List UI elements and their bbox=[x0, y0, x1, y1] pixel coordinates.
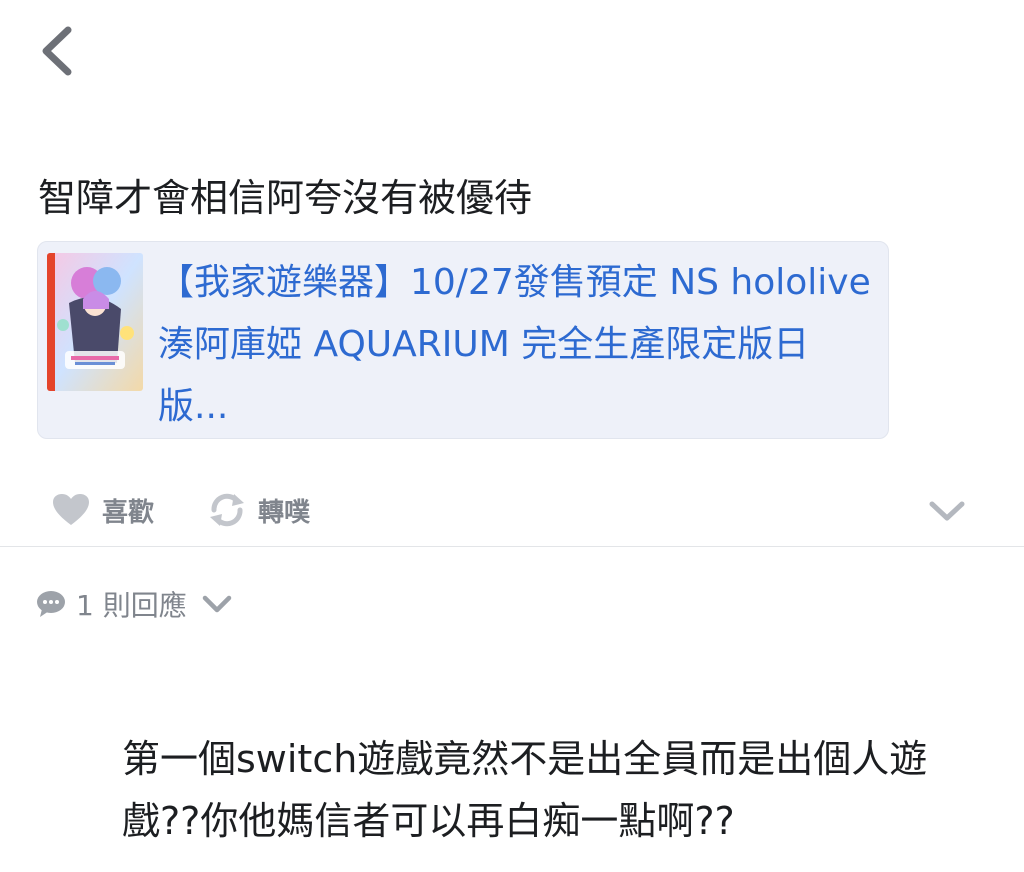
repost-button[interactable]: 轉噗 bbox=[208, 488, 310, 532]
repost-label: 轉噗 bbox=[258, 497, 311, 528]
chevron-left-icon bbox=[42, 26, 72, 76]
back-button[interactable] bbox=[30, 18, 90, 82]
post-text: 智障才會相信阿夸沒有被優待 bbox=[38, 176, 533, 220]
heart-icon bbox=[53, 494, 89, 525]
like-label: 喜歡 bbox=[102, 497, 155, 528]
post-action-bar: 喜歡 轉噗 bbox=[0, 480, 1024, 540]
game-cover-thumbnail bbox=[47, 253, 143, 391]
chevron-down-icon bbox=[202, 595, 231, 613]
replies-count-label: 1 則回應 bbox=[76, 589, 187, 622]
more-options-button[interactable] bbox=[926, 492, 968, 528]
like-button[interactable]: 喜歡 bbox=[52, 488, 154, 532]
reply-text: 第一個switch遊戲竟然不是出全員而是出個人遊戲??你他媽信者可以再白痴一點啊… bbox=[122, 737, 928, 843]
comment-bubble-icon bbox=[37, 591, 65, 617]
repost-icon bbox=[210, 493, 244, 527]
chevron-down-icon bbox=[929, 501, 965, 521]
replies-toggle[interactable]: 1 則回應 bbox=[36, 582, 233, 626]
link-title: 【我家遊樂器】10/27發售預定 NS hololive 湊阿庫婭 AQUARI… bbox=[158, 262, 871, 427]
link-preview-card[interactable]: 【我家遊樂器】10/27發售預定 NS hololive 湊阿庫婭 AQUARI… bbox=[37, 241, 889, 439]
section-divider bbox=[0, 546, 1024, 547]
